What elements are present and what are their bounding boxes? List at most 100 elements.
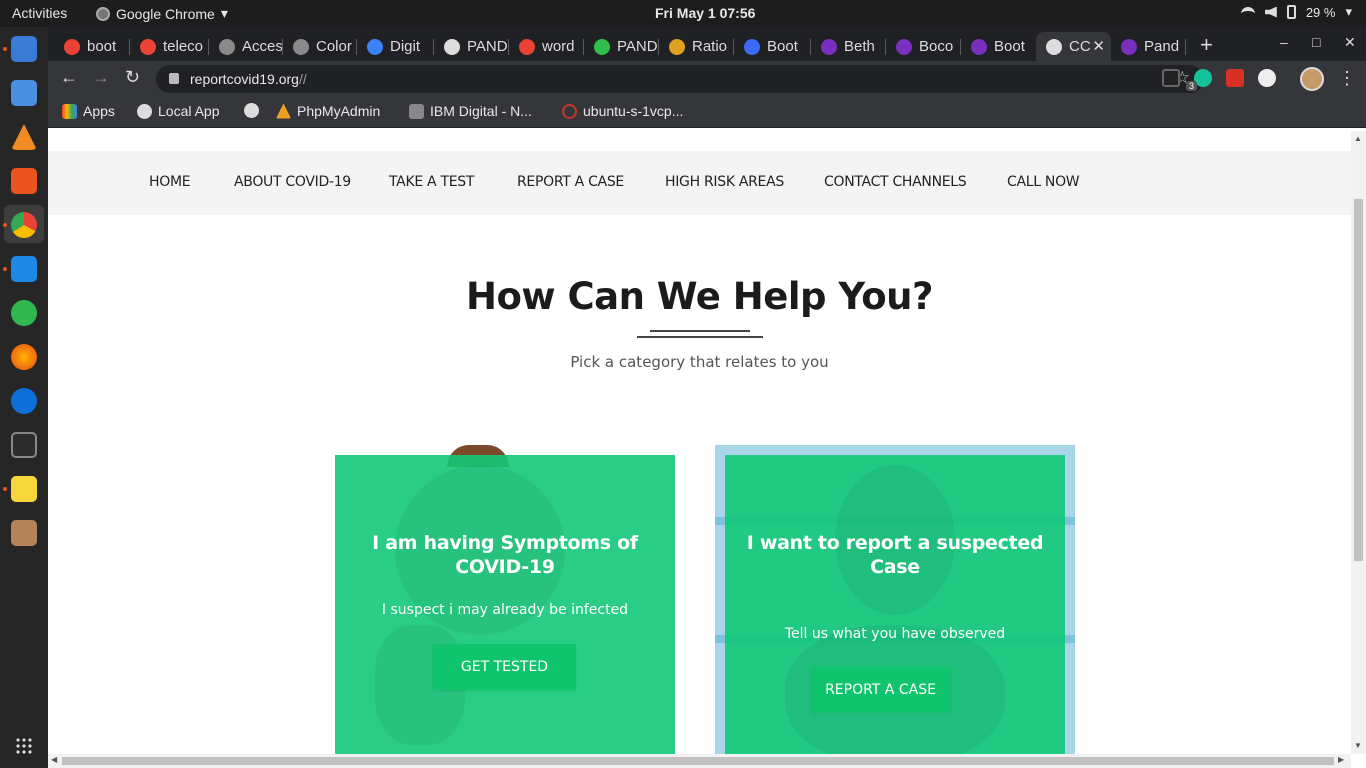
extension-cube-icon[interactable] — [1162, 69, 1180, 87]
extension-circle-icon[interactable] — [1258, 69, 1276, 87]
browser-tab[interactable]: Ratio — [659, 32, 734, 61]
activities-button[interactable]: Activities — [12, 5, 67, 21]
volume-icon — [1264, 6, 1277, 18]
whatsapp-icon[interactable] — [11, 300, 37, 326]
browser-tab[interactable]: Digit — [357, 32, 434, 61]
nav-contact-channels[interactable]: CONTACT CHANNELS — [824, 174, 967, 190]
profile-avatar[interactable] — [1300, 67, 1324, 91]
nav-take-a-test[interactable]: TAKE A TEST — [389, 174, 474, 190]
new-tab-button[interactable]: + — [1200, 32, 1213, 58]
running-indicator — [3, 47, 7, 51]
horizontal-scroll-thumb[interactable] — [62, 757, 1334, 765]
close-window-icon[interactable]: ✕ — [1344, 34, 1356, 51]
nav-high-risk-areas[interactable]: HIGH RISK AREAS — [665, 174, 784, 190]
close-tab-icon[interactable]: ✕ — [1092, 37, 1105, 55]
files-app-icon[interactable] — [11, 36, 37, 62]
extension-red-icon[interactable] — [1226, 69, 1244, 87]
symptoms-card[interactable]: I am having Symptoms of COVID-19 I suspe… — [335, 455, 675, 754]
terminal-icon[interactable] — [11, 432, 37, 458]
scroll-right-arrow-icon[interactable]: ▶ — [1338, 755, 1344, 764]
address-bar[interactable]: reportcovid19.org// ☆ — [156, 65, 1204, 93]
vertical-scroll-thumb[interactable] — [1354, 199, 1363, 561]
browser-tab[interactable]: CC ✕ — [1036, 32, 1111, 61]
bookmark-local-app[interactable]: Local App — [137, 103, 220, 119]
bookmarks-bar: Apps Local App PhpMyAdmin IBM Digital - … — [48, 97, 1366, 128]
tab-favicon-icon — [594, 38, 610, 55]
tab-title: Boco — [919, 38, 954, 55]
bookmark-ubuntu-server[interactable]: ubuntu-s-1vcp... — [562, 103, 683, 119]
minimize-window-icon[interactable]: – — [1280, 34, 1288, 50]
nav-home[interactable]: HOME — [149, 174, 191, 190]
nav-call-now[interactable]: CALL NOW — [1007, 174, 1080, 190]
vertical-scrollbar[interactable]: ▲ ▼ — [1351, 131, 1366, 754]
archive-manager-icon[interactable] — [11, 520, 37, 546]
tab-favicon-icon — [219, 38, 235, 55]
reload-icon[interactable]: ↻ — [125, 67, 140, 88]
tab-favicon-icon — [444, 38, 460, 55]
document-viewer-icon[interactable] — [11, 80, 37, 106]
title-divider — [637, 336, 763, 338]
dock — [0, 27, 48, 768]
nav-about-covid[interactable]: ABOUT COVID-19 — [234, 174, 351, 190]
battery-level: 29 % — [1305, 4, 1336, 20]
report-card[interactable]: I want to report a suspected Case Tell u… — [725, 455, 1065, 754]
browser-tab[interactable]: Acces — [209, 32, 283, 61]
menu-kebab-icon[interactable]: ⋮ — [1338, 68, 1356, 89]
clock[interactable]: Fri May 1 07:56 — [655, 5, 755, 21]
tab-favicon-icon — [896, 38, 912, 55]
section-title: How Can We Help You? — [466, 275, 934, 318]
url-text[interactable]: reportcovid19.org// — [190, 71, 307, 87]
status-menu[interactable]: 29 % ▾ — [1240, 4, 1352, 20]
tab-title: Beth — [844, 38, 875, 55]
symptoms-card-text: I suspect i may already be infected — [381, 602, 629, 618]
debian-icon — [562, 103, 577, 119]
tab-favicon-icon — [1121, 38, 1137, 55]
teamviewer-icon[interactable] — [11, 388, 37, 414]
back-arrow-icon[interactable]: ← — [60, 67, 78, 88]
browser-tab[interactable]: Boot — [961, 32, 1036, 61]
scroll-down-arrow-icon[interactable]: ▼ — [1354, 741, 1362, 750]
bookmark-phpmyadmin[interactable]: PhpMyAdmin — [276, 103, 380, 119]
browser-tab[interactable]: PAND — [584, 32, 659, 61]
browser-tab[interactable]: PAND — [434, 32, 509, 61]
report-a-case-button[interactable]: REPORT A CASE — [811, 667, 950, 713]
system-top-bar: Activities Google Chrome ▾ Fri May 1 07:… — [0, 0, 1366, 27]
globe-icon — [137, 103, 152, 119]
horizontal-scrollbar[interactable]: ◀ ▶ — [48, 754, 1351, 768]
chevron-down-icon: ▾ — [1345, 4, 1352, 19]
text-editor-icon[interactable] — [11, 476, 37, 502]
tab-title: Color — [316, 38, 352, 55]
browser-tab[interactable]: Beth — [811, 32, 886, 61]
vscode-icon[interactable] — [11, 256, 37, 282]
app-menu[interactable]: Google Chrome ▾ — [96, 5, 228, 22]
section-subtitle: Pick a category that relates to you — [570, 353, 829, 371]
browser-tab[interactable]: word — [509, 32, 584, 61]
show-applications-icon[interactable] — [15, 737, 33, 755]
maximize-window-icon[interactable]: □ — [1312, 34, 1320, 50]
browser-tab[interactable]: boot — [54, 32, 130, 61]
get-tested-button[interactable]: GET TESTED — [433, 644, 576, 690]
bookmark-ibm-digital[interactable]: IBM Digital - N... — [409, 103, 532, 119]
chrome-icon[interactable] — [11, 212, 37, 238]
tab-favicon-icon — [519, 38, 535, 55]
bookmark-globe[interactable] — [244, 103, 259, 118]
scroll-left-arrow-icon[interactable]: ◀ — [51, 755, 57, 764]
lock-icon — [169, 73, 179, 84]
title-divider — [650, 330, 750, 332]
vlc-icon[interactable] — [11, 124, 37, 150]
firefox-icon[interactable] — [11, 344, 37, 370]
browser-tab[interactable]: Color — [283, 32, 357, 61]
nav-report-a-case[interactable]: REPORT A CASE — [517, 174, 624, 190]
forward-arrow-icon[interactable]: → — [92, 67, 110, 88]
scroll-up-arrow-icon[interactable]: ▲ — [1354, 134, 1362, 143]
browser-tab[interactable]: Boot — [734, 32, 811, 61]
bookmark-apps[interactable]: Apps — [62, 103, 115, 119]
software-center-icon[interactable] — [11, 168, 37, 194]
tab-favicon-icon — [821, 38, 837, 55]
browser-tab[interactable]: Pand — [1111, 32, 1186, 61]
browser-tab[interactable]: teleco — [130, 32, 209, 61]
tab-title: boot — [87, 38, 117, 55]
tab-strip: boot teleco Acces Color Digit PAND word PAND Rat… — [48, 27, 1366, 61]
main-navbar: HOME ABOUT COVID-19 TAKE A TEST REPORT A… — [48, 151, 1351, 215]
browser-tab[interactable]: Boco — [886, 32, 961, 61]
